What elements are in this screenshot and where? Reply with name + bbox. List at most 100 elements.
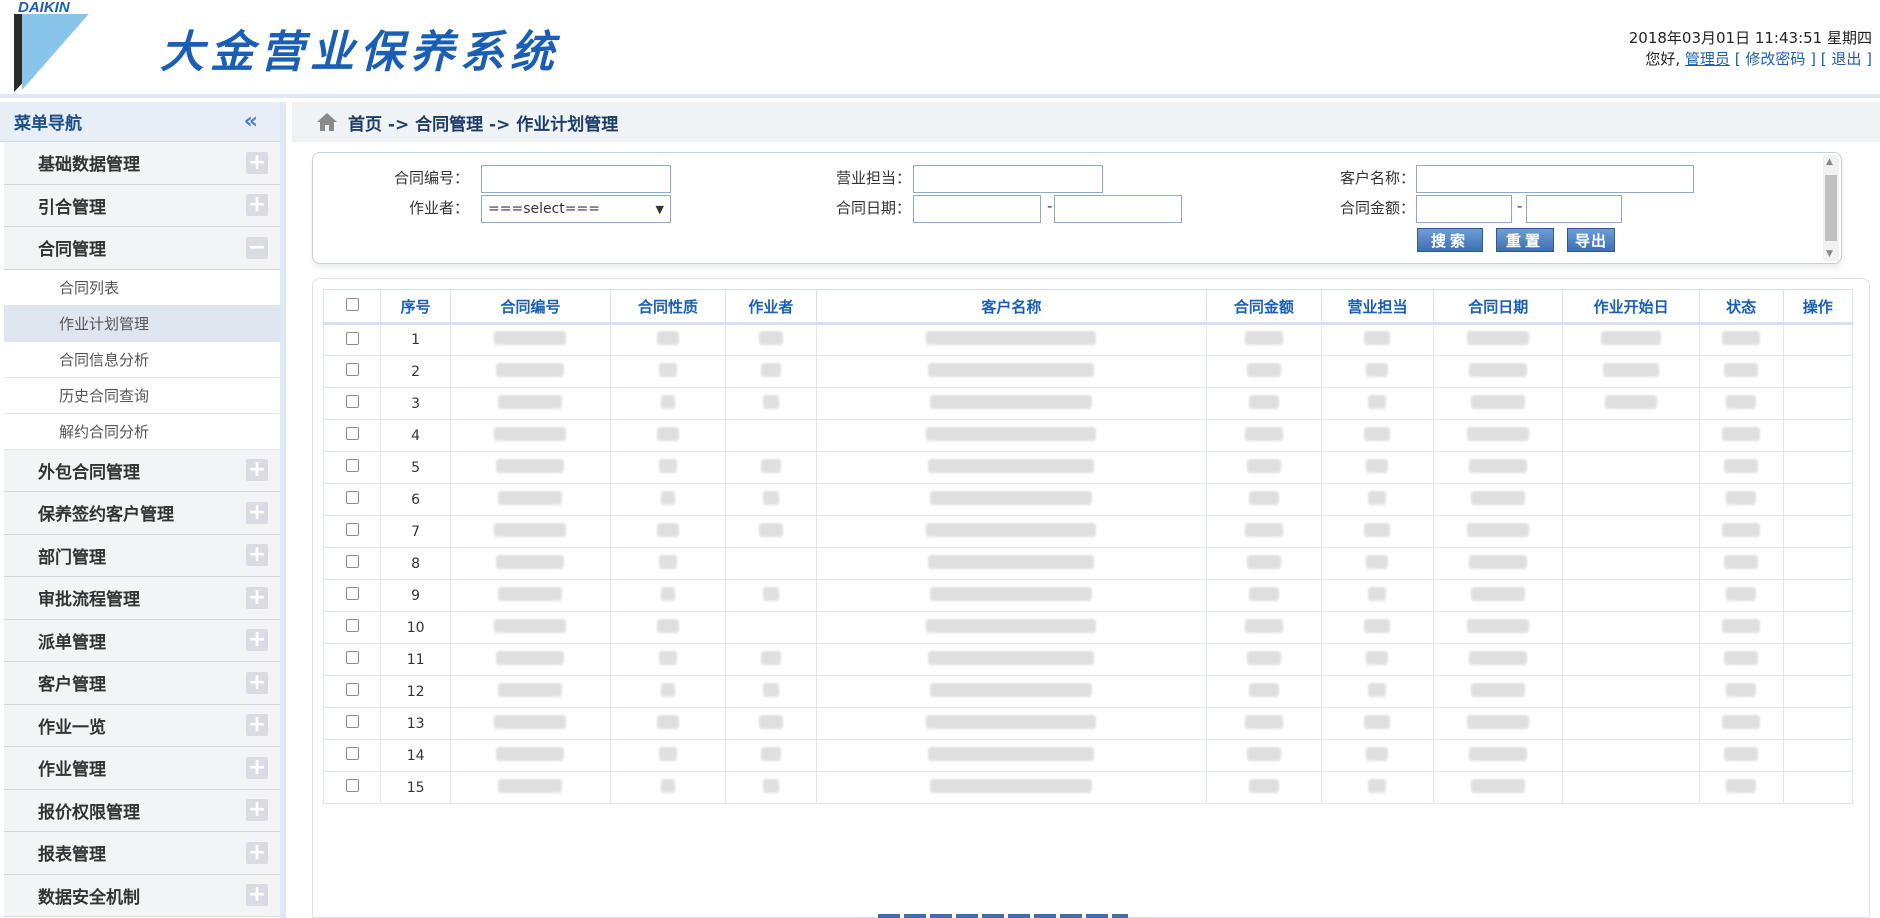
amount-to-input[interactable] (1526, 195, 1622, 223)
sidebar-group-13[interactable]: 数据安全机制 + (4, 874, 280, 917)
reset-button[interactable]: 重置 (1496, 228, 1554, 252)
row-checkbox[interactable] (345, 427, 359, 440)
expand-plus-icon[interactable]: + (246, 714, 268, 737)
expand-plus-icon[interactable]: + (246, 629, 268, 652)
expand-plus-icon[interactable]: + (246, 459, 268, 482)
blurred-value (1366, 362, 1389, 377)
column-header[interactable]: 状态 (1698, 289, 1784, 325)
scroll-thumb[interactable] (1825, 175, 1837, 241)
date-from-input[interactable] (913, 195, 1041, 223)
sidebar-group-0[interactable]: 基础数据管理 + (4, 142, 280, 185)
sidebar-group-6[interactable]: 审批流程管理 + (4, 577, 280, 620)
change-password-link[interactable]: [ 修改密码 ] (1735, 50, 1816, 68)
sidebar-group-2[interactable]: 合同管理 − (4, 227, 280, 270)
amount-dash: - (1517, 197, 1523, 215)
column-header[interactable]: 合同性质 (610, 289, 726, 325)
amount-from-input[interactable] (1416, 195, 1512, 223)
table-row[interactable]: 14 (322, 739, 1854, 772)
expand-plus-icon[interactable]: + (246, 194, 268, 217)
scroll-up-icon[interactable]: ▲ (1826, 157, 1833, 167)
column-header[interactable]: 营业担当 (1320, 289, 1435, 325)
table-row[interactable]: 9 (322, 579, 1854, 612)
customer-input[interactable] (1416, 165, 1694, 193)
table-row[interactable]: 4 (322, 419, 1854, 452)
sidebar-group-12[interactable]: 报表管理 + (4, 832, 280, 875)
search-button[interactable]: 搜索 (1417, 228, 1483, 252)
row-checkbox[interactable] (345, 747, 359, 760)
row-checkbox[interactable] (345, 715, 359, 728)
redacted-cell (1320, 611, 1435, 644)
sidebar-subitem[interactable]: 解约合同分析 (4, 413, 280, 450)
export-button[interactable]: 导出 (1567, 228, 1615, 252)
logout-link[interactable]: [ 退出 ] (1821, 50, 1872, 68)
table-row[interactable]: 8 (322, 547, 1854, 580)
sidebar-group-10[interactable]: 作业管理 + (4, 747, 280, 790)
collapse-sidebar-icon[interactable]: « (244, 110, 258, 132)
column-header[interactable]: 操作 (1782, 289, 1854, 325)
row-checkbox[interactable] (345, 491, 359, 504)
row-checkbox[interactable] (345, 619, 359, 632)
table-row[interactable]: 5 (322, 451, 1854, 484)
expand-plus-icon[interactable]: + (246, 501, 268, 524)
worker-select[interactable]: ===select=== ▼ (481, 195, 671, 223)
sales-input[interactable] (913, 165, 1103, 193)
row-checkbox[interactable] (345, 587, 359, 600)
table-row[interactable]: 1 (322, 323, 1854, 356)
table-row[interactable]: 2 (322, 355, 1854, 388)
table-row[interactable]: 12 (322, 675, 1854, 708)
collapse-minus-icon[interactable]: − (246, 236, 268, 259)
row-checkbox[interactable] (345, 331, 359, 345)
column-header[interactable]: 合同金额 (1205, 289, 1322, 325)
sidebar-group-9[interactable]: 作业一览 + (4, 704, 280, 747)
sidebar-group-5[interactable]: 部门管理 + (4, 534, 280, 577)
sidebar-group-4[interactable]: 保养签约客户管理 + (4, 492, 280, 535)
column-header[interactable]: 合同日期 (1433, 289, 1564, 325)
column-header[interactable]: 合同编号 (449, 289, 612, 325)
row-checkbox[interactable] (345, 555, 359, 568)
row-checkbox[interactable] (345, 395, 359, 408)
expand-plus-icon[interactable]: + (246, 544, 268, 567)
sidebar-group-1[interactable]: 引合管理 + (4, 184, 280, 227)
table-row[interactable]: 10 (322, 611, 1854, 644)
expand-plus-icon[interactable]: + (246, 884, 268, 907)
sidebar-subitem[interactable]: 合同列表 (4, 269, 280, 306)
table-row[interactable]: 11 (322, 643, 1854, 676)
expand-plus-icon[interactable]: + (246, 799, 268, 822)
row-checkbox[interactable] (345, 779, 359, 792)
expand-plus-icon[interactable]: + (246, 151, 268, 174)
row-checkbox[interactable] (345, 683, 359, 696)
home-icon[interactable] (316, 111, 338, 133)
sidebar-group-3[interactable]: 外包合同管理 + (4, 449, 280, 492)
sidebar-subitem[interactable]: 历史合同查询 (4, 377, 280, 414)
sidebar-subitem[interactable]: 作业计划管理 (4, 305, 280, 342)
user-link[interactable]: 管理员 (1685, 50, 1730, 68)
table-row[interactable]: 6 (322, 483, 1854, 516)
row-checkbox[interactable] (345, 651, 359, 664)
row-checkbox[interactable] (345, 523, 359, 536)
expand-plus-icon[interactable]: + (246, 756, 268, 779)
column-header[interactable]: 作业开始日 (1562, 289, 1700, 325)
row-checkbox[interactable] (345, 459, 359, 472)
table-row[interactable]: 15 (322, 771, 1854, 804)
row-checkbox[interactable] (345, 363, 359, 376)
date-to-input[interactable] (1054, 195, 1182, 223)
scroll-down-icon[interactable]: ▼ (1826, 249, 1833, 259)
sidebar-group-7[interactable]: 派单管理 + (4, 619, 280, 662)
table-row[interactable]: 7 (322, 515, 1854, 548)
pagination[interactable] (878, 914, 1128, 918)
expand-plus-icon[interactable]: + (246, 671, 268, 694)
sidebar-group-11[interactable]: 报价权限管理 + (4, 789, 280, 832)
sidebar-group-8[interactable]: 客户管理 + (4, 662, 280, 705)
table-row[interactable]: 13 (322, 707, 1854, 740)
expand-plus-icon[interactable]: + (246, 586, 268, 609)
redacted-cell (449, 419, 612, 452)
panel-scrollbar[interactable]: ▲ ▼ (1823, 155, 1839, 261)
column-header[interactable]: 序号 (380, 289, 451, 325)
expand-plus-icon[interactable]: + (246, 841, 268, 864)
contract-no-input[interactable] (481, 165, 671, 193)
table-row[interactable]: 3 (322, 387, 1854, 420)
select-all-checkbox[interactable] (345, 298, 359, 311)
column-header[interactable]: 客户名称 (815, 289, 1207, 325)
column-header[interactable]: 作业者 (724, 289, 817, 325)
sidebar-subitem[interactable]: 合同信息分析 (4, 341, 280, 378)
